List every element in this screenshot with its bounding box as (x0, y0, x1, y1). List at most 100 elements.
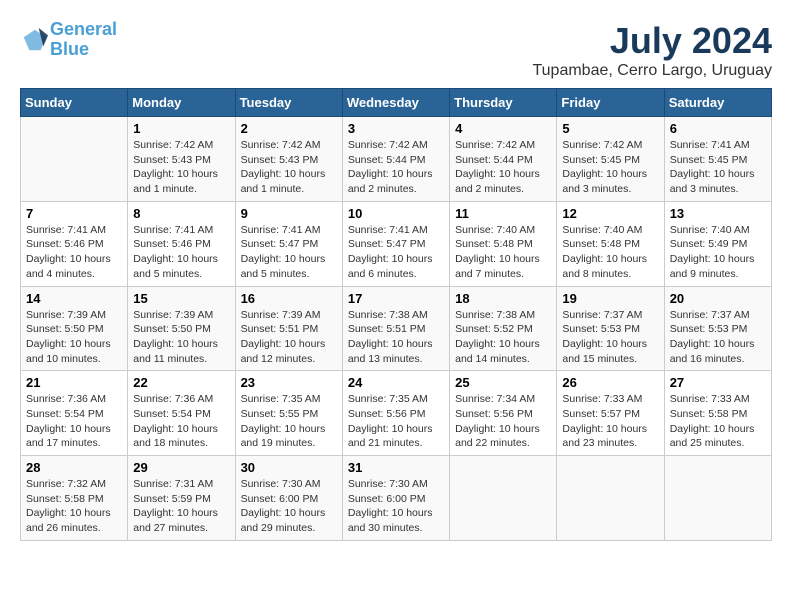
calendar-day-cell: 21 Sunrise: 7:36 AM Sunset: 5:54 PM Dayli… (21, 371, 128, 456)
calendar-day-cell (664, 456, 771, 541)
day-info: Sunrise: 7:40 AM Sunset: 5:49 PM Dayligh… (670, 223, 766, 282)
page-header: General Blue July 2024 Tupambae, Cerro L… (20, 20, 772, 80)
day-number: 22 (133, 375, 229, 390)
day-number: 28 (26, 460, 122, 475)
logo-line2: Blue (50, 39, 89, 59)
calendar-week-row: 14 Sunrise: 7:39 AM Sunset: 5:50 PM Dayli… (21, 286, 772, 371)
calendar-day-cell: 31 Sunrise: 7:30 AM Sunset: 6:00 PM Dayli… (342, 456, 449, 541)
day-number: 30 (241, 460, 337, 475)
calendar-day-cell: 23 Sunrise: 7:35 AM Sunset: 5:55 PM Dayli… (235, 371, 342, 456)
calendar-week-row: 1 Sunrise: 7:42 AM Sunset: 5:43 PM Daylig… (21, 117, 772, 202)
day-number: 13 (670, 206, 766, 221)
day-number: 17 (348, 291, 444, 306)
subtitle: Tupambae, Cerro Largo, Uruguay (532, 62, 772, 80)
calendar-day-cell: 30 Sunrise: 7:30 AM Sunset: 6:00 PM Dayli… (235, 456, 342, 541)
day-info: Sunrise: 7:39 AM Sunset: 5:50 PM Dayligh… (133, 308, 229, 367)
calendar-day-cell: 11Sunrise: 7:40 AM Sunset: 5:48 PM Dayli… (450, 201, 557, 286)
calendar-header-row: SundayMondayTuesdayWednesdayThursdayFrid… (21, 89, 772, 117)
logo: General Blue (20, 20, 117, 60)
day-number: 1 (133, 121, 229, 136)
day-number: 4 (455, 121, 551, 136)
calendar-week-row: 7 Sunrise: 7:41 AM Sunset: 5:46 PM Daylig… (21, 201, 772, 286)
calendar-day-cell: 9Sunrise: 7:41 AM Sunset: 5:47 PM Daylig… (235, 201, 342, 286)
day-info: Sunrise: 7:38 AM Sunset: 5:52 PM Dayligh… (455, 308, 551, 367)
title-block: July 2024 Tupambae, Cerro Largo, Uruguay (532, 20, 772, 80)
calendar-day-cell: 7Sunrise: 7:41 AM Sunset: 5:46 PM Daylig… (21, 201, 128, 286)
day-info: Sunrise: 7:37 AM Sunset: 5:53 PM Dayligh… (670, 308, 766, 367)
day-info: Sunrise: 7:30 AM Sunset: 6:00 PM Dayligh… (241, 477, 337, 536)
calendar-day-header: Tuesday (235, 89, 342, 117)
calendar-day-cell: 4 Sunrise: 7:42 AM Sunset: 5:44 PM Daylig… (450, 117, 557, 202)
calendar-day-cell: 1 Sunrise: 7:42 AM Sunset: 5:43 PM Daylig… (128, 117, 235, 202)
day-info: Sunrise: 7:34 AM Sunset: 5:56 PM Dayligh… (455, 392, 551, 451)
day-number: 23 (241, 375, 337, 390)
day-info: Sunrise: 7:36 AM Sunset: 5:54 PM Dayligh… (26, 392, 122, 451)
day-number: 21 (26, 375, 122, 390)
calendar-day-cell: 10Sunrise: 7:41 AM Sunset: 5:47 PM Dayli… (342, 201, 449, 286)
calendar-day-cell: 22Sunrise: 7:36 AM Sunset: 5:54 PM Dayli… (128, 371, 235, 456)
calendar-day-header: Thursday (450, 89, 557, 117)
day-number: 27 (670, 375, 766, 390)
day-info: Sunrise: 7:39 AM Sunset: 5:51 PM Dayligh… (241, 308, 337, 367)
day-number: 20 (670, 291, 766, 306)
day-info: Sunrise: 7:33 AM Sunset: 5:57 PM Dayligh… (562, 392, 658, 451)
calendar-day-cell: 5 Sunrise: 7:42 AM Sunset: 5:45 PM Daylig… (557, 117, 664, 202)
calendar-day-cell: 15Sunrise: 7:39 AM Sunset: 5:50 PM Dayli… (128, 286, 235, 371)
day-info: Sunrise: 7:31 AM Sunset: 5:59 PM Dayligh… (133, 477, 229, 536)
calendar-week-row: 28 Sunrise: 7:32 AM Sunset: 5:58 PM Dayli… (21, 456, 772, 541)
calendar-day-cell: 19Sunrise: 7:37 AM Sunset: 5:53 PM Dayli… (557, 286, 664, 371)
logo-icon (20, 26, 48, 54)
day-info: Sunrise: 7:42 AM Sunset: 5:45 PM Dayligh… (562, 138, 658, 197)
calendar-day-cell: 29Sunrise: 7:31 AM Sunset: 5:59 PM Dayli… (128, 456, 235, 541)
day-info: Sunrise: 7:42 AM Sunset: 5:43 PM Dayligh… (133, 138, 229, 197)
calendar-day-header: Saturday (664, 89, 771, 117)
day-number: 18 (455, 291, 551, 306)
day-number: 3 (348, 121, 444, 136)
calendar-day-cell: 24 Sunrise: 7:35 AM Sunset: 5:56 PM Dayli… (342, 371, 449, 456)
day-number: 31 (348, 460, 444, 475)
calendar-day-cell: 8Sunrise: 7:41 AM Sunset: 5:46 PM Daylig… (128, 201, 235, 286)
day-number: 16 (241, 291, 337, 306)
calendar-day-header: Friday (557, 89, 664, 117)
calendar-day-header: Wednesday (342, 89, 449, 117)
day-number: 5 (562, 121, 658, 136)
calendar-day-header: Monday (128, 89, 235, 117)
day-info: Sunrise: 7:35 AM Sunset: 5:55 PM Dayligh… (241, 392, 337, 451)
calendar-day-cell: 28 Sunrise: 7:32 AM Sunset: 5:58 PM Dayli… (21, 456, 128, 541)
day-info: Sunrise: 7:38 AM Sunset: 5:51 PM Dayligh… (348, 308, 444, 367)
day-info: Sunrise: 7:30 AM Sunset: 6:00 PM Dayligh… (348, 477, 444, 536)
day-info: Sunrise: 7:42 AM Sunset: 5:44 PM Dayligh… (455, 138, 551, 197)
day-number: 2 (241, 121, 337, 136)
day-info: Sunrise: 7:41 AM Sunset: 5:46 PM Dayligh… (133, 223, 229, 282)
calendar-table: SundayMondayTuesdayWednesdayThursdayFrid… (20, 88, 772, 541)
calendar-day-cell: 18 Sunrise: 7:38 AM Sunset: 5:52 PM Dayli… (450, 286, 557, 371)
day-info: Sunrise: 7:33 AM Sunset: 5:58 PM Dayligh… (670, 392, 766, 451)
day-info: Sunrise: 7:41 AM Sunset: 5:47 PM Dayligh… (348, 223, 444, 282)
calendar-day-cell: 14Sunrise: 7:39 AM Sunset: 5:50 PM Dayli… (21, 286, 128, 371)
calendar-day-cell: 17 Sunrise: 7:38 AM Sunset: 5:51 PM Dayli… (342, 286, 449, 371)
day-number: 25 (455, 375, 551, 390)
day-info: Sunrise: 7:42 AM Sunset: 5:43 PM Dayligh… (241, 138, 337, 197)
calendar-day-cell: 20 Sunrise: 7:37 AM Sunset: 5:53 PM Dayli… (664, 286, 771, 371)
calendar-day-header: Sunday (21, 89, 128, 117)
calendar-day-cell: 25 Sunrise: 7:34 AM Sunset: 5:56 PM Dayli… (450, 371, 557, 456)
calendar-body: 1 Sunrise: 7:42 AM Sunset: 5:43 PM Daylig… (21, 117, 772, 541)
day-info: Sunrise: 7:37 AM Sunset: 5:53 PM Dayligh… (562, 308, 658, 367)
logo-line1: General (50, 19, 117, 39)
calendar-day-cell (450, 456, 557, 541)
day-info: Sunrise: 7:32 AM Sunset: 5:58 PM Dayligh… (26, 477, 122, 536)
day-number: 14 (26, 291, 122, 306)
calendar-day-cell: 12 Sunrise: 7:40 AM Sunset: 5:48 PM Dayli… (557, 201, 664, 286)
day-info: Sunrise: 7:41 AM Sunset: 5:45 PM Dayligh… (670, 138, 766, 197)
day-number: 24 (348, 375, 444, 390)
calendar-day-cell: 26Sunrise: 7:33 AM Sunset: 5:57 PM Dayli… (557, 371, 664, 456)
calendar-day-cell (557, 456, 664, 541)
day-info: Sunrise: 7:40 AM Sunset: 5:48 PM Dayligh… (455, 223, 551, 282)
day-number: 7 (26, 206, 122, 221)
day-info: Sunrise: 7:40 AM Sunset: 5:48 PM Dayligh… (562, 223, 658, 282)
main-title: July 2024 (532, 20, 772, 62)
day-info: Sunrise: 7:42 AM Sunset: 5:44 PM Dayligh… (348, 138, 444, 197)
day-info: Sunrise: 7:35 AM Sunset: 5:56 PM Dayligh… (348, 392, 444, 451)
calendar-day-cell: 13 Sunrise: 7:40 AM Sunset: 5:49 PM Dayli… (664, 201, 771, 286)
day-number: 12 (562, 206, 658, 221)
